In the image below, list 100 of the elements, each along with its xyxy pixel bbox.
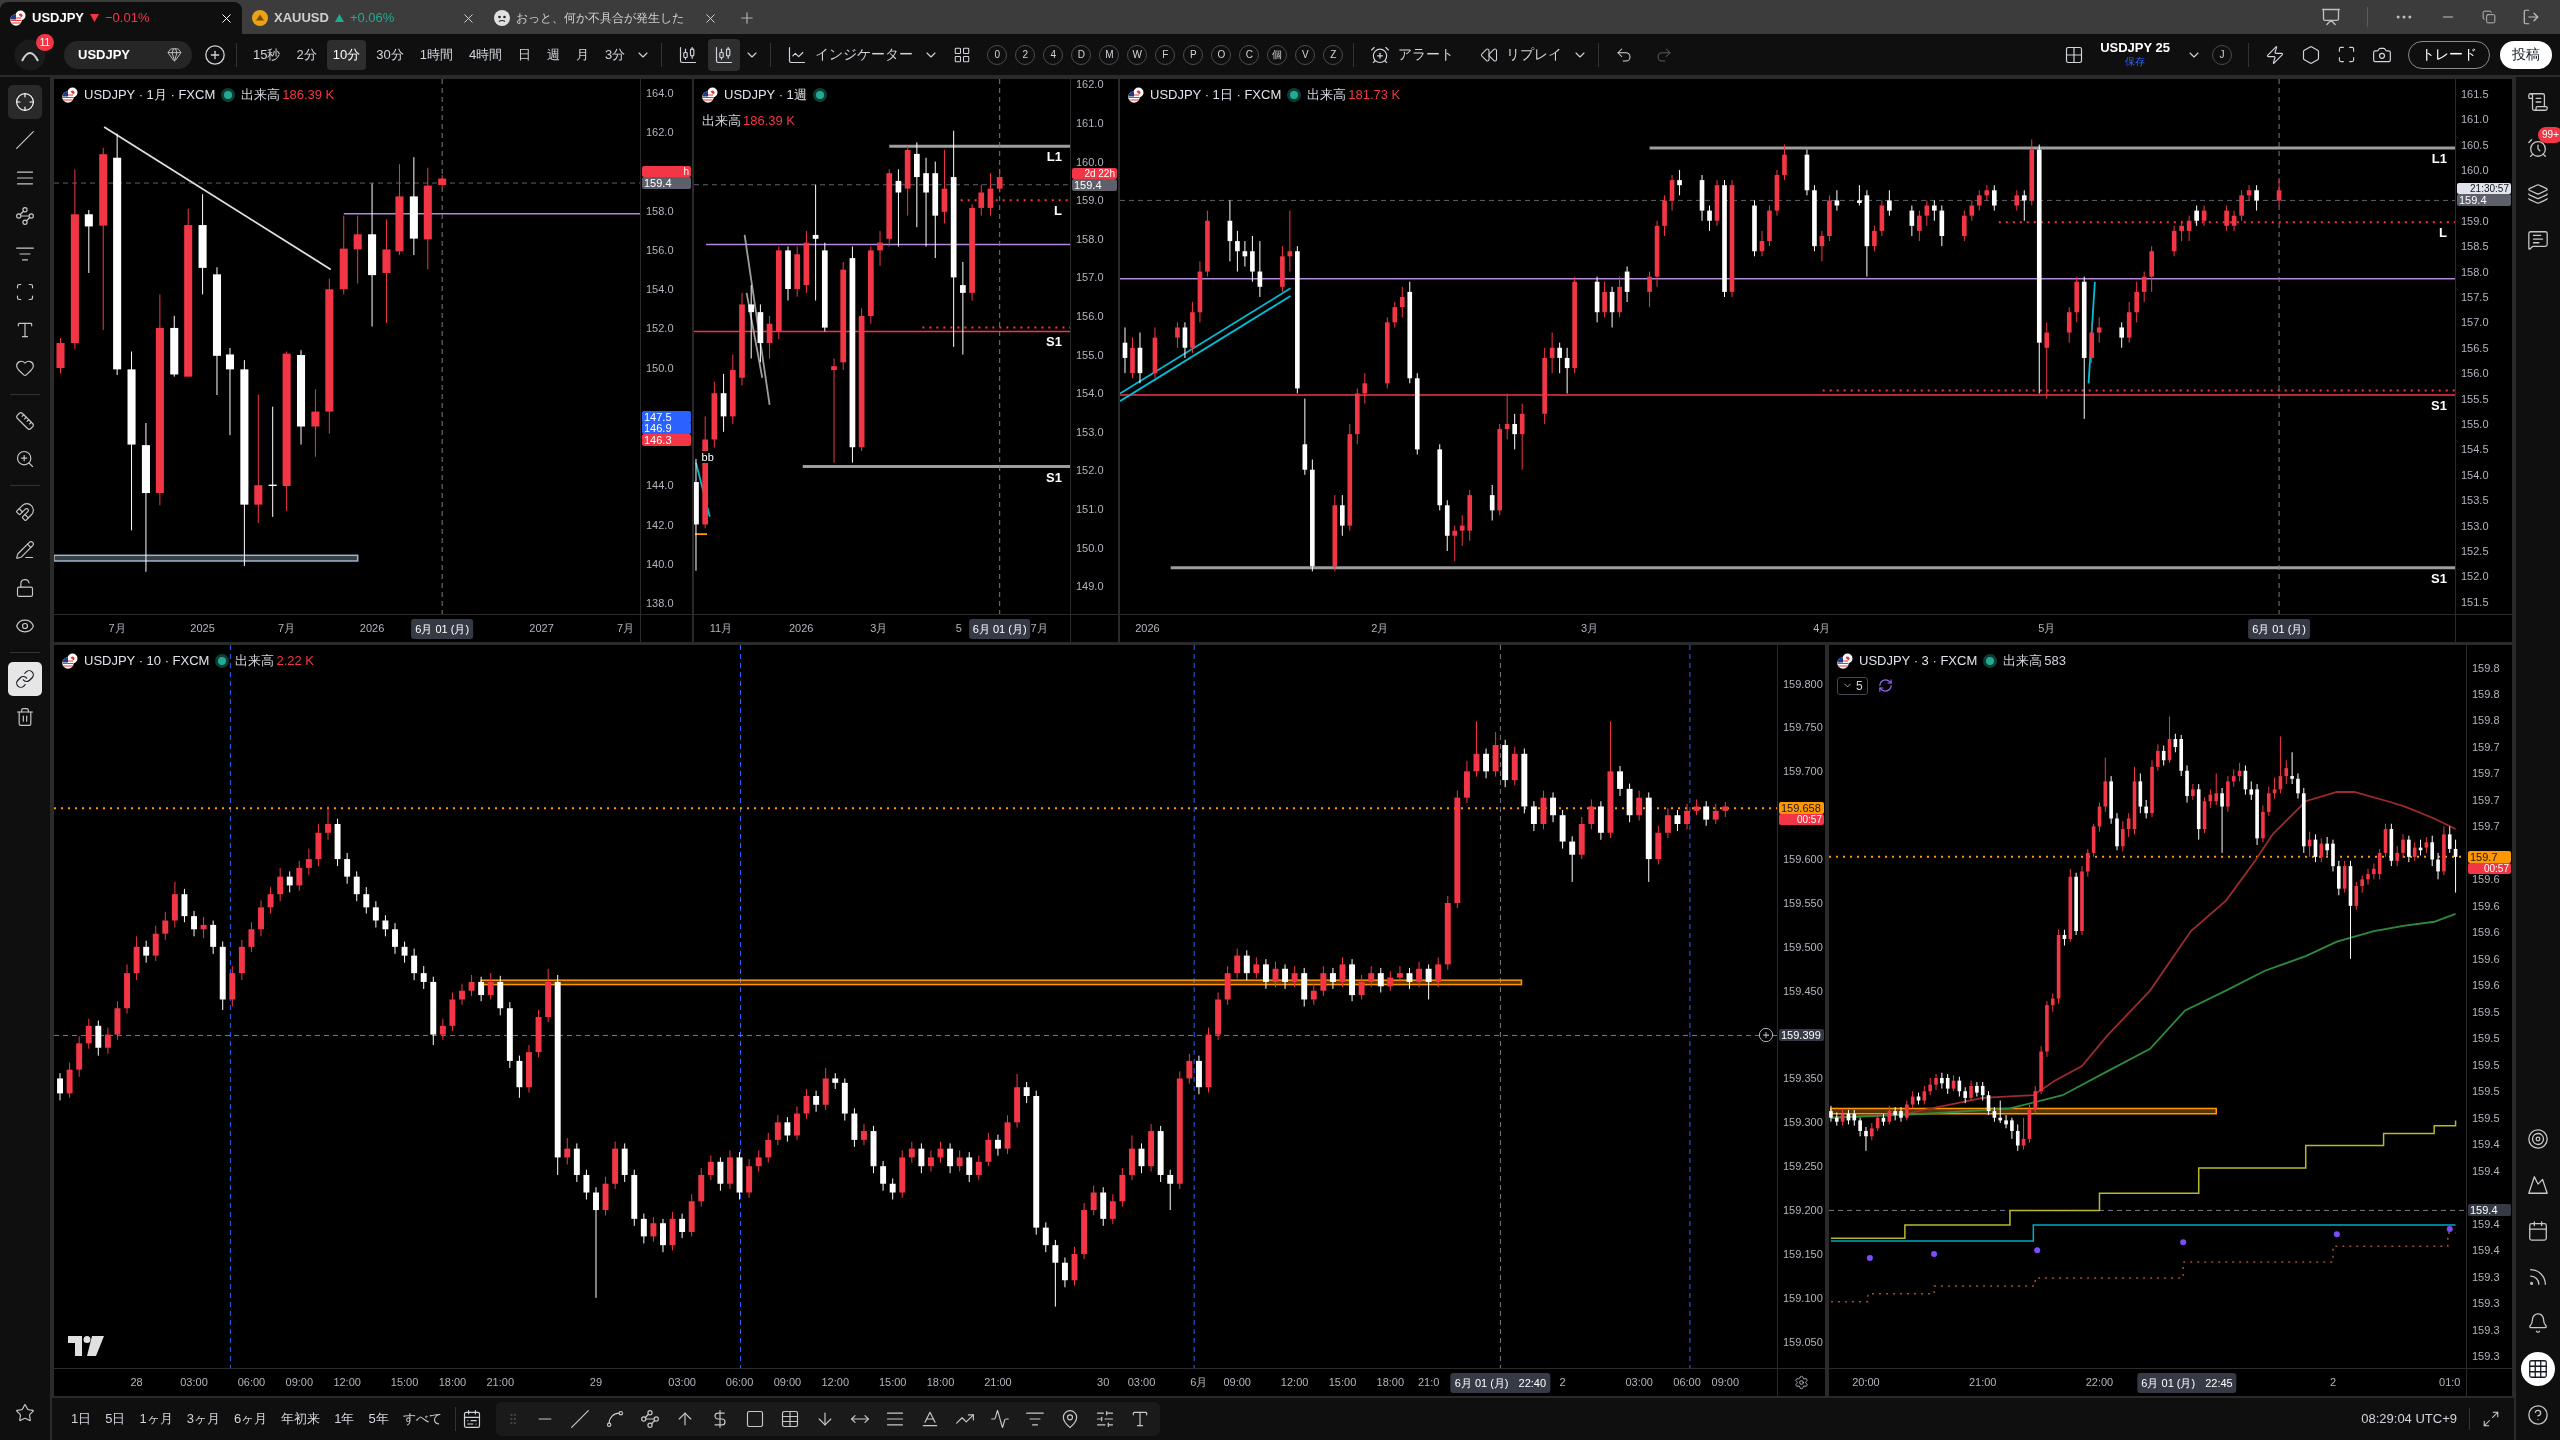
rectangle-icon[interactable] [744, 1409, 765, 1429]
interval-button[interactable]: 週 [541, 39, 567, 70]
price-scale-label: 154.0 [1076, 387, 1104, 400]
interval-button[interactable]: 日 [512, 39, 538, 70]
chart-style-button[interactable] [708, 38, 741, 71]
range-button[interactable]: 1日 [64, 1405, 99, 1433]
layout-grid-icon[interactable] [953, 45, 972, 64]
curve-icon[interactable] [604, 1409, 625, 1429]
price-scale-label: 159.7 [2472, 767, 2500, 780]
replay-button[interactable]: リプレイ [1474, 39, 1569, 70]
price-scale-label: 150.0 [646, 361, 674, 374]
price-scale-label: 159.0 [2461, 214, 2489, 227]
interval-button[interactable]: 2分 [290, 39, 323, 70]
publish-button[interactable]: 投稿 [2500, 40, 2552, 69]
interval-button[interactable]: 4時間 [462, 39, 509, 70]
table-icon[interactable] [779, 1409, 800, 1429]
interval-button[interactable]: 月 [570, 39, 596, 70]
price-scale-label: 164.0 [646, 86, 674, 99]
interval-button[interactable]: 10分 [326, 39, 367, 70]
heart-icon [15, 358, 35, 378]
range-button[interactable]: 6ヶ月 [226, 1405, 275, 1433]
nodes-icon[interactable] [639, 1409, 660, 1429]
countdown-label: 00:57 [2468, 862, 2511, 874]
quick-key-button[interactable]: W [1127, 44, 1148, 65]
browser-tab[interactable]: USDJPY −0.01% [0, 2, 242, 34]
time-scale-label: 4月 [1813, 622, 1831, 635]
time-scale-label: 2025 [190, 622, 215, 635]
crosshair-icon [15, 92, 35, 112]
exit-icon[interactable] [2522, 8, 2540, 26]
browser-tab[interactable]: おっと、何か不具合が発生した [484, 2, 726, 34]
range-button[interactable]: 年初来 [274, 1405, 328, 1433]
time-scale-label: 06:00 [1673, 1376, 1701, 1389]
interval-button[interactable]: 1時間 [413, 39, 459, 70]
price-scale-label: 159.550 [1783, 896, 1823, 909]
price-scale-label: 138.0 [646, 597, 674, 610]
diagonal-line-icon[interactable] [569, 1409, 590, 1429]
price-scale-label: 159.5 [2472, 1085, 2500, 1098]
go-to-date-icon[interactable] [461, 1409, 482, 1429]
link-tool-button[interactable] [8, 662, 42, 696]
price-scale-label: 159.6 [2472, 899, 2500, 912]
browser-tab[interactable]: XAUUSD +0.06% [242, 2, 484, 34]
clock-text: 08:29:04 UTC+9 [2361, 1410, 2457, 1429]
pulse-icon[interactable] [989, 1409, 1010, 1429]
range-button[interactable]: 1ヶ月 [132, 1405, 180, 1433]
price-scale-label: 159.7 [2472, 820, 2500, 833]
lightning-icon[interactable] [2265, 44, 2285, 65]
time-scale-label: 21:00 [1968, 1376, 1997, 1389]
price-scale-label: 153.5 [2461, 494, 2489, 507]
price-scale-label: 159.4 [2472, 1138, 2500, 1151]
volume-value: 186.39 K [743, 111, 796, 130]
mountain-icon [2527, 1174, 2549, 1196]
price-scale-label: 157.0 [1076, 271, 1104, 284]
price-scale-label: 155.0 [2461, 417, 2489, 430]
range-button[interactable]: 3ヶ月 [179, 1405, 227, 1433]
grid-button[interactable] [2521, 1352, 2555, 1386]
new-tab-icon[interactable] [738, 9, 756, 27]
range-button[interactable]: すべて [395, 1405, 449, 1433]
hexagon-icon[interactable] [2301, 44, 2321, 65]
rewind-icon [1480, 45, 1499, 64]
target-icon [2527, 1128, 2549, 1150]
layout-icon[interactable] [2064, 44, 2085, 65]
add-symbol-icon[interactable] [204, 43, 226, 66]
flag-icon [10, 10, 26, 26]
crosshair-time-label: 6月 01 (月) 22:45 [2137, 1373, 2237, 1393]
time-scale-label: 12:00 [333, 1376, 361, 1389]
time-scale-label: 09:00 [1711, 1376, 1740, 1389]
symbol-search-field[interactable]: USDJPY [64, 40, 192, 69]
restore-icon[interactable] [2482, 10, 2496, 24]
sliders-icon[interactable] [1094, 1409, 1115, 1429]
interval-button[interactable]: 30分 [370, 39, 410, 70]
undo-icon[interactable] [1615, 45, 1634, 64]
settings-icon[interactable] [1794, 1375, 1809, 1390]
presentation-icon[interactable] [2321, 7, 2341, 27]
indicators-toggle[interactable]: 5 [1837, 676, 1868, 695]
range-button[interactable]: 5日 [98, 1405, 133, 1433]
time-scale-label: 15:00 [1328, 1376, 1357, 1389]
refresh-icon[interactable] [1877, 678, 1893, 693]
add-icon[interactable] [1758, 1027, 1774, 1044]
interval-button[interactable]: 3分 [599, 39, 632, 70]
volume-value: 186.39 K [282, 86, 335, 104]
price-scale-label: 159.6 [2472, 873, 2500, 886]
range-button[interactable]: 5年 [361, 1405, 396, 1433]
expand-icon[interactable] [2482, 1410, 2500, 1428]
range-button[interactable]: 1年 [327, 1405, 362, 1433]
fullscreen-icon[interactable] [2337, 45, 2356, 64]
status-dot-icon [1983, 653, 1998, 668]
price-scale-label: 157.0 [2461, 316, 2489, 329]
alert-button[interactable]: アラート [1364, 39, 1461, 70]
time-scale-label: 2 [1559, 1376, 1566, 1389]
indicators-button[interactable]: インジケーター [781, 39, 920, 70]
crosshair-tool-button[interactable] [8, 85, 42, 119]
time-scale-label: 09:00 [773, 1376, 802, 1389]
layout-button[interactable]: USDJPY 25 保存 [2094, 40, 2176, 69]
interval-button[interactable]: 15秒 [247, 39, 287, 70]
time-scale-label: 6月 [1190, 1376, 1208, 1389]
volume-label: 出来高 [2003, 652, 2043, 670]
price-scale-label: 161.5 [2461, 87, 2489, 100]
price-scale-label: 154.0 [646, 283, 674, 296]
time-scale-label: 3月 [870, 622, 888, 635]
last-price-label: 159.7 [2468, 850, 2511, 863]
